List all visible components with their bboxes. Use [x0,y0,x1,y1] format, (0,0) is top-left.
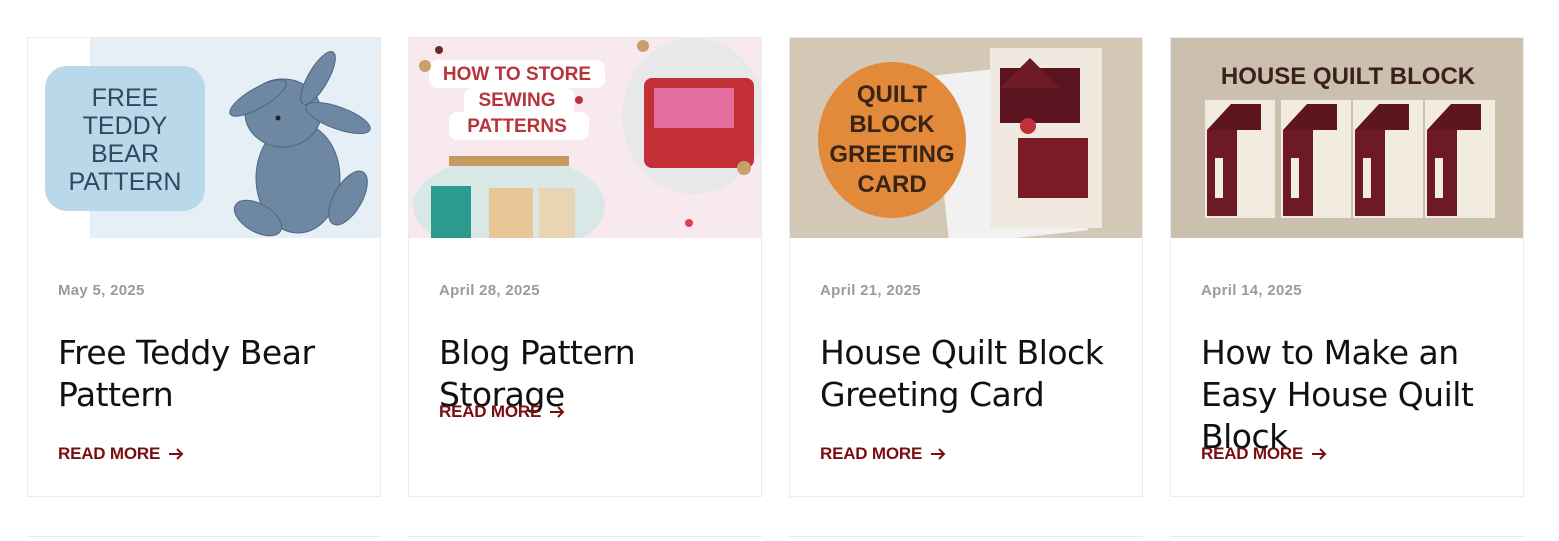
read-more-link[interactable]: READ MORE [820,444,946,464]
post-card: HOW TO STORE SEWING PATTERNS April 28, 2… [408,37,762,497]
post-date: May 5, 2025 [58,282,145,299]
post-title[interactable]: House Quilt Block Greeting Card [820,332,1120,416]
post-thumbnail[interactable]: HOW TO STORE SEWING PATTERNS [409,38,761,238]
thumb-caption: HOW TO STORE [443,64,591,85]
read-more-link[interactable]: READ MORE [1201,444,1327,464]
thumb-caption: FREE [92,84,159,112]
post-card-next-row [27,536,381,541]
post-date: April 14, 2025 [1201,282,1302,299]
post-card-next-row [1170,536,1524,541]
read-more-label: READ MORE [439,402,542,421]
arrow-right-icon [1312,448,1327,460]
read-more-link[interactable]: READ MORE [58,444,184,464]
post-card: FREE TEDDY BEAR PATTERN May 5, 2025 Free… [27,37,381,497]
arrow-right-icon [169,448,184,460]
arrow-right-icon [931,448,946,460]
thumb-caption: SEWING [478,90,555,111]
post-card-next-row [789,536,1143,541]
read-more-label: READ MORE [820,444,923,463]
thumb-caption: GREETING [829,141,954,168]
post-card-next-row [408,536,762,541]
post-thumbnail[interactable]: QUILT BLOCK GREETING CARD [790,38,1142,238]
read-more-link[interactable]: READ MORE [439,402,565,422]
arrow-right-icon [550,406,565,418]
post-title[interactable]: Free Teddy Bear Pattern [58,332,358,416]
thumb-caption: QUILT [857,81,928,108]
post-thumbnail[interactable]: HOUSE QUILT BLOCK [1171,38,1523,238]
post-date: April 21, 2025 [820,282,921,299]
thumb-caption: BEAR [91,140,159,168]
thumb-caption: CARD [857,171,926,198]
thumb-caption: PATTERN [69,168,182,196]
post-title[interactable]: How to Make an Easy House Quilt Block [1201,332,1501,458]
post-card: QUILT BLOCK GREETING CARD April 21, 2025… [789,37,1143,497]
read-more-label: READ MORE [1201,444,1304,463]
post-thumbnail[interactable]: FREE TEDDY BEAR PATTERN [28,38,380,238]
post-date: April 28, 2025 [439,282,540,299]
thumb-caption: PATTERNS [467,116,567,137]
read-more-label: READ MORE [58,444,161,463]
thumb-caption: HOUSE QUILT BLOCK [1221,63,1476,90]
post-card: HOUSE QUILT BLOCK April 14, 2025 How to … [1170,37,1524,497]
thumb-caption: TEDDY [83,112,168,140]
thumb-caption: BLOCK [849,111,935,138]
